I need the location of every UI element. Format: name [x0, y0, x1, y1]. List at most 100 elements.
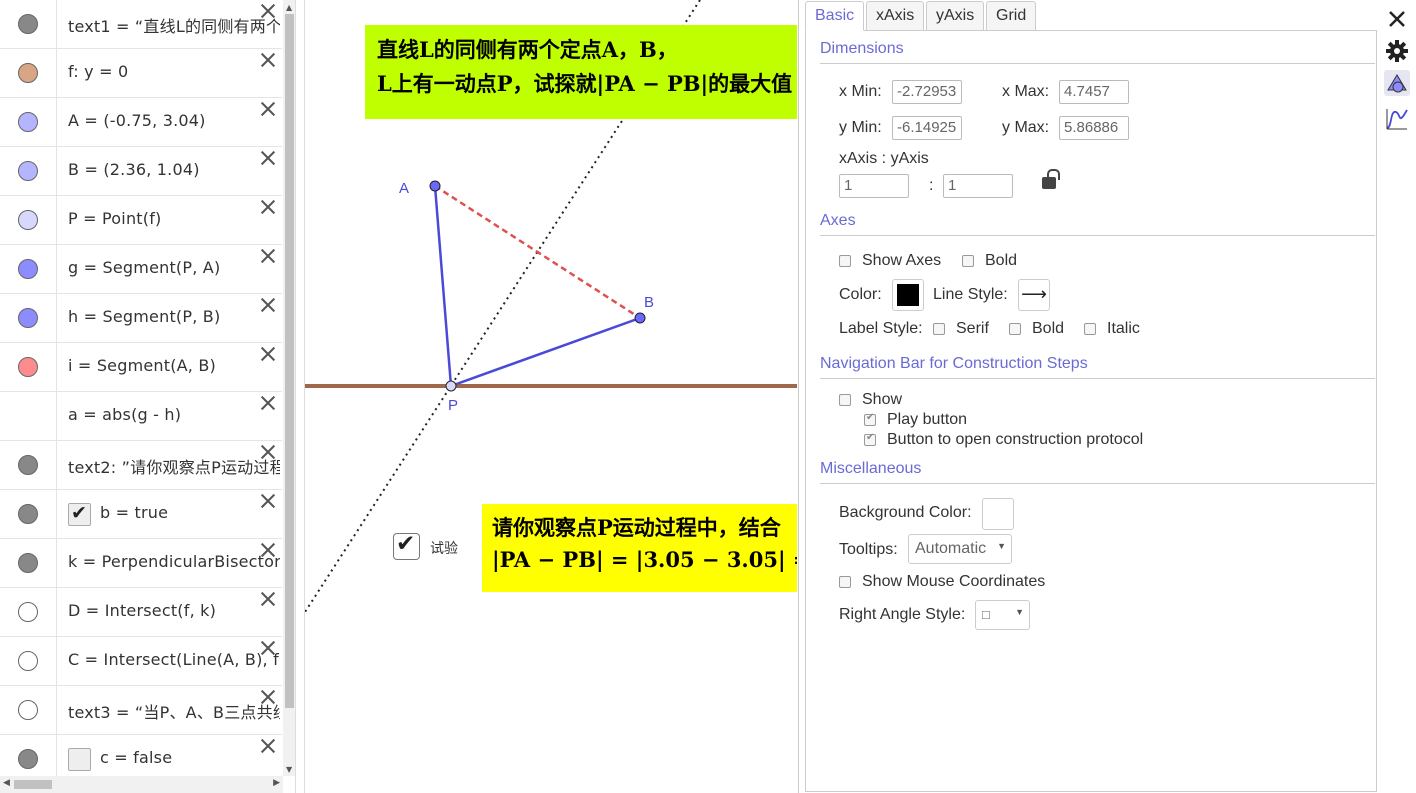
- point-a[interactable]: [429, 180, 441, 192]
- visibility-toggle-icon[interactable]: [18, 651, 38, 671]
- bold-checkbox[interactable]: [962, 255, 974, 267]
- close-icon[interactable]: [260, 738, 276, 754]
- graphics-view-icon[interactable]: [1384, 70, 1410, 96]
- algebra-definition[interactable]: f: y = 0: [68, 62, 280, 81]
- algebra-row[interactable]: i = Segment(A, B): [0, 343, 282, 392]
- visibility-toggle-icon[interactable]: [18, 455, 38, 475]
- algebra-row[interactable]: text3 = “当P、A、B三点共线时: [0, 686, 282, 735]
- scrollbar-thumb[interactable]: [14, 780, 52, 789]
- axis-ratio-y-field[interactable]: 1: [943, 174, 1013, 198]
- close-icon[interactable]: [260, 493, 276, 509]
- visibility-toggle-icon[interactable]: [18, 112, 38, 132]
- label-bold-checkbox[interactable]: [1009, 323, 1021, 335]
- ymax-field[interactable]: 5.86886: [1059, 116, 1129, 140]
- visibility-toggle-icon[interactable]: [18, 602, 38, 622]
- algebra-row[interactable]: text1 = “直线L的同侧有两个定点A，B，: [0, 0, 282, 49]
- point-p[interactable]: [445, 380, 457, 392]
- visibility-toggle-icon[interactable]: [18, 14, 38, 34]
- tab-grid[interactable]: Grid: [986, 1, 1037, 31]
- visibility-toggle-icon[interactable]: [18, 553, 38, 573]
- close-icon[interactable]: [260, 346, 276, 362]
- close-icon[interactable]: [260, 248, 276, 264]
- algebra-row[interactable]: b = true: [0, 490, 282, 539]
- close-icon[interactable]: [260, 542, 276, 558]
- close-icon[interactable]: [1384, 6, 1410, 32]
- algebra-row[interactable]: P = Point(f): [0, 196, 282, 245]
- close-icon[interactable]: [260, 150, 276, 166]
- algebra-definition[interactable]: P = Point(f): [68, 209, 280, 228]
- algebra-definition[interactable]: D = Intersect(f, k): [68, 601, 280, 620]
- visibility-toggle-icon[interactable]: [18, 749, 38, 769]
- show-axes-checkbox[interactable]: [839, 255, 851, 267]
- algebra-definition[interactable]: C = Intersect(Line(A, B), f): [68, 650, 280, 669]
- close-icon[interactable]: [260, 3, 276, 19]
- close-icon[interactable]: [260, 640, 276, 656]
- axis-ratio-x-field[interactable]: 1: [839, 174, 909, 198]
- algebra-row[interactable]: C = Intersect(Line(A, B), f): [0, 637, 282, 686]
- algebra-row[interactable]: f: y = 0: [0, 49, 282, 98]
- algebra-definition[interactable]: B = (2.36, 1.04): [68, 160, 280, 179]
- close-icon[interactable]: [260, 444, 276, 460]
- text1-box[interactable]: 直线L的同侧有两个定点A，B， L上有一动点P，试探就|PA − PB|的最大值: [365, 25, 797, 119]
- visibility-toggle-icon[interactable]: [18, 259, 38, 279]
- axes-color-button[interactable]: [892, 279, 924, 311]
- visibility-toggle-icon[interactable]: [18, 63, 38, 83]
- right-angle-style-dropdown[interactable]: □ ▼: [975, 600, 1030, 630]
- scroll-down-icon[interactable]: ▼: [286, 765, 292, 774]
- graph-style-icon[interactable]: [1384, 106, 1410, 132]
- visibility-toggle-icon[interactable]: [18, 700, 38, 720]
- scrollbar-thumb[interactable]: [285, 14, 294, 708]
- algebra-definition[interactable]: g = Segment(P, A): [68, 258, 280, 277]
- scroll-up-icon[interactable]: ▲: [286, 3, 292, 12]
- algebra-row[interactable]: D = Intersect(f, k): [0, 588, 282, 637]
- navbar-show-checkbox[interactable]: [839, 394, 851, 406]
- xmax-field[interactable]: 4.7457: [1059, 80, 1129, 104]
- tab-yaxis[interactable]: yAxis: [926, 1, 985, 31]
- xmin-field[interactable]: -2.72953: [892, 80, 962, 104]
- close-icon[interactable]: [260, 101, 276, 117]
- mouse-coordinates-checkbox[interactable]: [839, 576, 851, 588]
- close-icon[interactable]: [260, 52, 276, 68]
- close-icon[interactable]: [260, 591, 276, 607]
- point-b[interactable]: [634, 312, 646, 324]
- tab-xaxis[interactable]: xAxis: [866, 1, 925, 31]
- segment-h[interactable]: [450, 316, 641, 388]
- play-button-checkbox[interactable]: [864, 412, 876, 426]
- algebra-definition[interactable]: b = true: [100, 503, 280, 522]
- tooltips-dropdown[interactable]: Automatic ▼: [908, 534, 1012, 564]
- algebra-definition[interactable]: i = Segment(A, B): [68, 356, 280, 375]
- algebra-row[interactable]: k = PerpendicularBisector(i): [0, 539, 282, 588]
- experiment-checkbox[interactable]: [393, 531, 420, 560]
- algebra-row[interactable]: A = (-0.75, 3.04): [0, 98, 282, 147]
- boolean-checkbox[interactable]: [68, 748, 91, 771]
- gear-icon[interactable]: [1384, 38, 1410, 64]
- algebra-row[interactable]: a = abs(g - h): [0, 392, 282, 441]
- line-style-button[interactable]: ⟶: [1018, 279, 1050, 311]
- algebra-row[interactable]: g = Segment(P, A): [0, 245, 282, 294]
- algebra-definition[interactable]: k = PerpendicularBisector(i): [68, 552, 280, 571]
- close-icon[interactable]: [260, 689, 276, 705]
- text2-box[interactable]: 请你观察点P运动过程中，结合 |PA − PB| = |3.05 − 3.05|…: [482, 504, 797, 592]
- algebra-definition[interactable]: h = Segment(P, B): [68, 307, 280, 326]
- visibility-toggle-icon[interactable]: [18, 504, 38, 524]
- segment-i[interactable]: [434, 184, 641, 320]
- close-icon[interactable]: [260, 199, 276, 215]
- algebra-definition[interactable]: text1 = “直线L的同侧有两个定点A，B，: [68, 13, 280, 37]
- tab-basic[interactable]: Basic: [805, 1, 865, 31]
- algebra-definition[interactable]: a = abs(g - h): [68, 405, 280, 424]
- visibility-toggle-icon[interactable]: [18, 308, 38, 328]
- visibility-toggle-icon[interactable]: [18, 161, 38, 181]
- algebra-definition[interactable]: text2: ”请你观察点P运动过程中: [68, 454, 280, 478]
- scroll-right-icon[interactable]: ▶: [273, 778, 280, 788]
- algebra-row[interactable]: h = Segment(P, B): [0, 294, 282, 343]
- boolean-checkbox[interactable]: [68, 502, 91, 526]
- graphics-view[interactable]: A B P 直线L的同侧有两个定点A，B， L上有一动点P，试探就|PA − P…: [304, 0, 797, 793]
- close-icon[interactable]: [260, 297, 276, 313]
- ymin-field[interactable]: -6.14925: [892, 116, 962, 140]
- visibility-toggle-icon[interactable]: [18, 357, 38, 377]
- algebra-horizontal-scrollbar[interactable]: ◀ ▶: [0, 776, 283, 793]
- italic-checkbox[interactable]: [1084, 323, 1096, 335]
- visibility-toggle-icon[interactable]: [18, 210, 38, 230]
- algebra-vertical-scrollbar[interactable]: ▲ ▼: [283, 0, 295, 776]
- scroll-left-icon[interactable]: ◀: [3, 778, 10, 788]
